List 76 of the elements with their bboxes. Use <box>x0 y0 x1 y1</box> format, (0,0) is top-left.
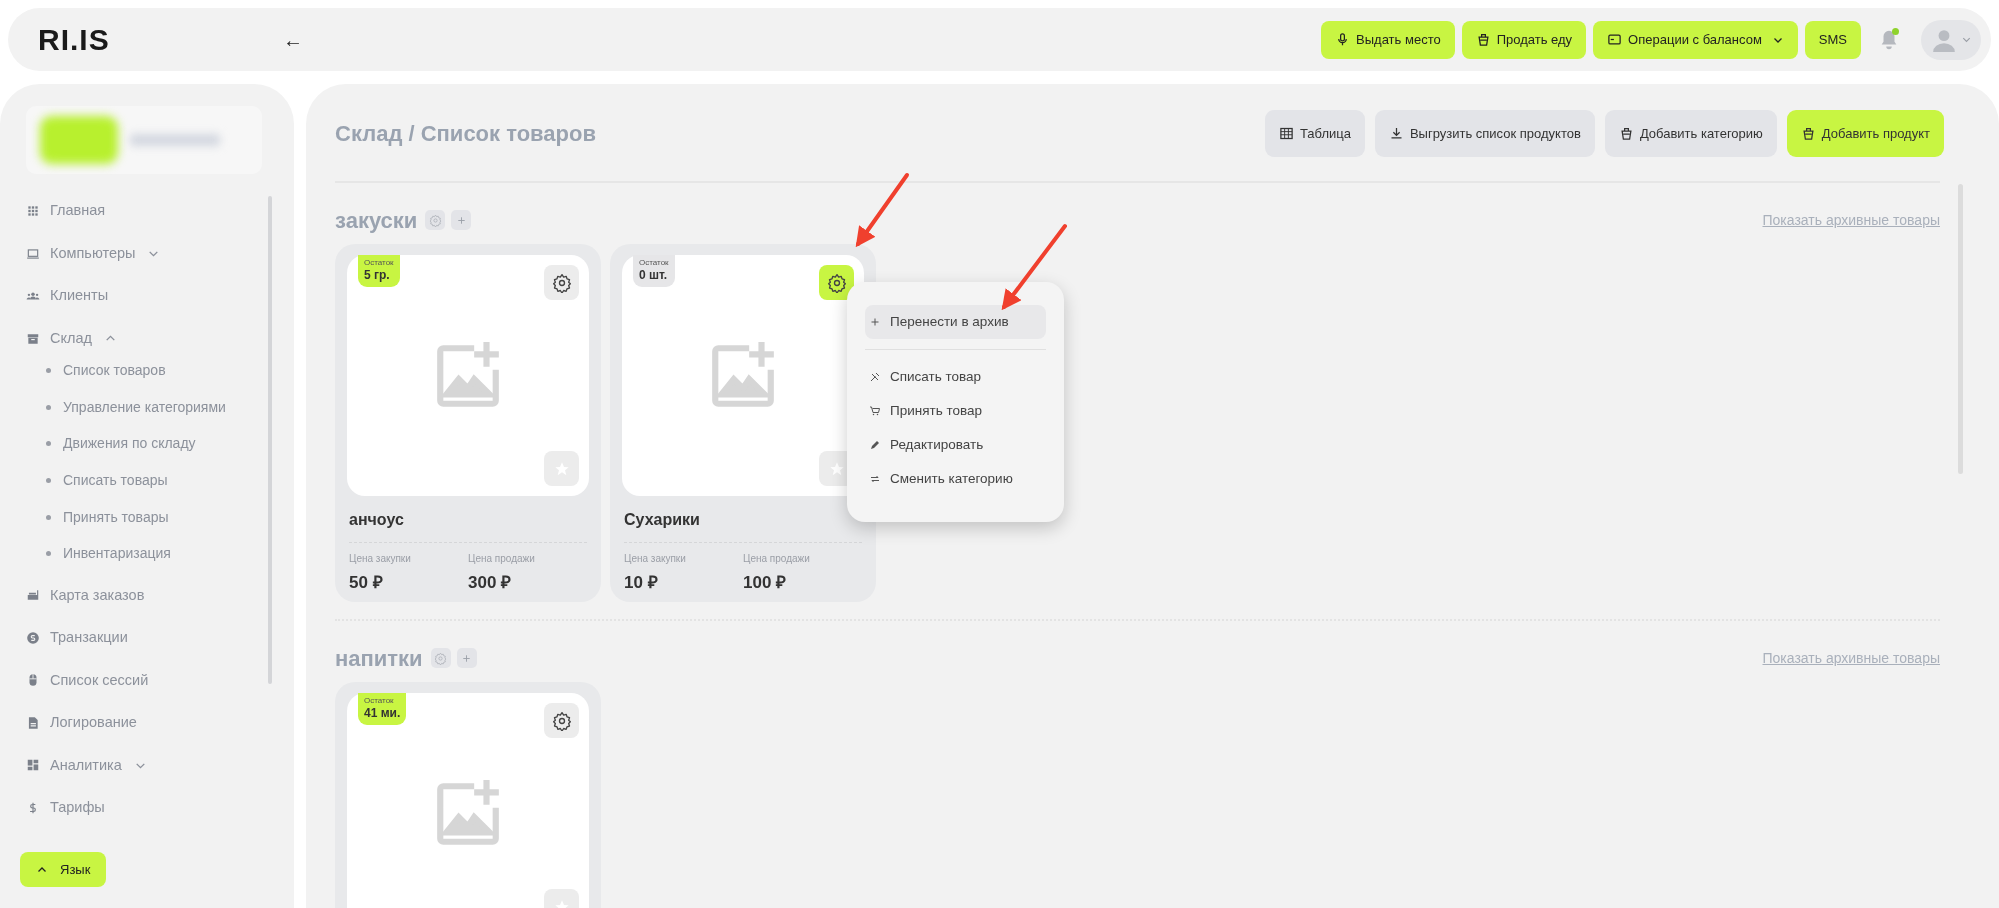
settings-button[interactable] <box>544 703 579 738</box>
category-title: напитки <box>335 644 423 673</box>
archive-box-icon <box>26 331 40 346</box>
gear-icon <box>551 272 572 293</box>
bullet <box>46 367 51 373</box>
price-value: 10 ₽ <box>624 572 659 594</box>
plus-icon <box>869 316 881 328</box>
star-icon <box>828 460 845 477</box>
cart-icon <box>869 405 881 417</box>
stock-value: 5 гр. <box>364 268 391 283</box>
cup-icon <box>1618 126 1634 141</box>
settings-button[interactable] <box>544 265 579 300</box>
table-icon <box>1278 126 1294 141</box>
gear-icon <box>551 710 572 731</box>
price-value: 100 ₽ <box>743 572 788 594</box>
grid-icon <box>26 204 40 219</box>
cup-icon <box>1800 126 1816 141</box>
stock-value: 0 шт. <box>639 268 669 283</box>
orders-icon <box>26 588 40 603</box>
plus-icon <box>455 214 467 226</box>
write-off-icon <box>869 371 881 383</box>
plus-icon <box>461 652 473 664</box>
menu-item[interactable]: Сменить категорию <box>865 462 1046 496</box>
menu-item[interactable]: Редактировать <box>865 428 1046 462</box>
coin-icon <box>26 630 40 645</box>
action-button[interactable]: Выдать место <box>1321 20 1455 59</box>
language-button[interactable]: Язык <box>20 852 107 887</box>
menu-item[interactable]: Перенести в архив <box>865 305 1046 339</box>
bullet <box>46 441 51 447</box>
pencil-icon <box>869 439 881 451</box>
price-label: Цена закупки <box>624 552 687 566</box>
product-card[interactable]: Остаток 5 гр. анчоус Цена закупки 50 ₽ Цена продажи 300 ₽ <box>335 244 601 602</box>
gear-icon <box>428 213 442 227</box>
product-name: Сухарики <box>623 510 701 530</box>
stock-label: Остаток <box>364 696 395 706</box>
back-button[interactable]: ← <box>283 24 303 55</box>
stock-label: Остаток <box>639 258 669 268</box>
action-button[interactable]: Продать еду <box>1461 20 1587 59</box>
category-title: закуски <box>335 206 418 235</box>
bullet <box>46 514 51 520</box>
settings-button[interactable] <box>819 265 854 300</box>
breadcrumb: Склад / Список товаров <box>335 120 596 148</box>
price-value: 50 ₽ <box>349 572 384 594</box>
stock-label: Остаток <box>364 258 394 268</box>
add-product-button[interactable] <box>451 210 472 230</box>
logo: RI.IS <box>38 22 111 58</box>
gear-icon <box>826 272 847 293</box>
bullet <box>46 404 51 410</box>
price-value: 300 ₽ <box>468 572 513 594</box>
price-label: Цена продажи <box>468 552 536 566</box>
stock-value: 41 ми. <box>364 706 401 721</box>
swap-icon <box>869 473 881 485</box>
card-icon <box>1607 32 1623 47</box>
gear-icon <box>434 651 448 665</box>
toolbar-button[interactable]: Добавить продукт <box>1786 110 1944 157</box>
profile-menu[interactable] <box>1921 19 1981 60</box>
price-label: Цена закупки <box>349 552 412 566</box>
menu-item[interactable]: Списать товар <box>865 360 1046 394</box>
product-card[interactable]: Остаток 41 ми. <box>335 682 601 908</box>
dashboard-icon <box>26 758 40 773</box>
add-product-button[interactable] <box>456 648 477 668</box>
laptop-icon <box>26 246 40 261</box>
bullet <box>46 477 51 483</box>
action-button[interactable]: Операции с балансом <box>1593 20 1798 59</box>
category-settings-button[interactable] <box>430 648 451 668</box>
action-button[interactable]: SMS <box>1804 20 1861 59</box>
menu-item[interactable]: Принять товар <box>865 394 1046 428</box>
category-settings-button[interactable] <box>425 210 446 230</box>
product-name: анчоус <box>348 510 405 530</box>
cup-icon <box>1475 32 1491 47</box>
toolbar-button[interactable]: Выгрузить список продуктов <box>1374 110 1595 157</box>
toolbar-button[interactable]: Добавить категорию <box>1604 110 1777 157</box>
bullet <box>46 551 51 557</box>
toolbar-button[interactable]: Таблица <box>1264 110 1365 157</box>
document-icon <box>26 715 40 730</box>
price-label: Цена продажи <box>743 552 811 566</box>
